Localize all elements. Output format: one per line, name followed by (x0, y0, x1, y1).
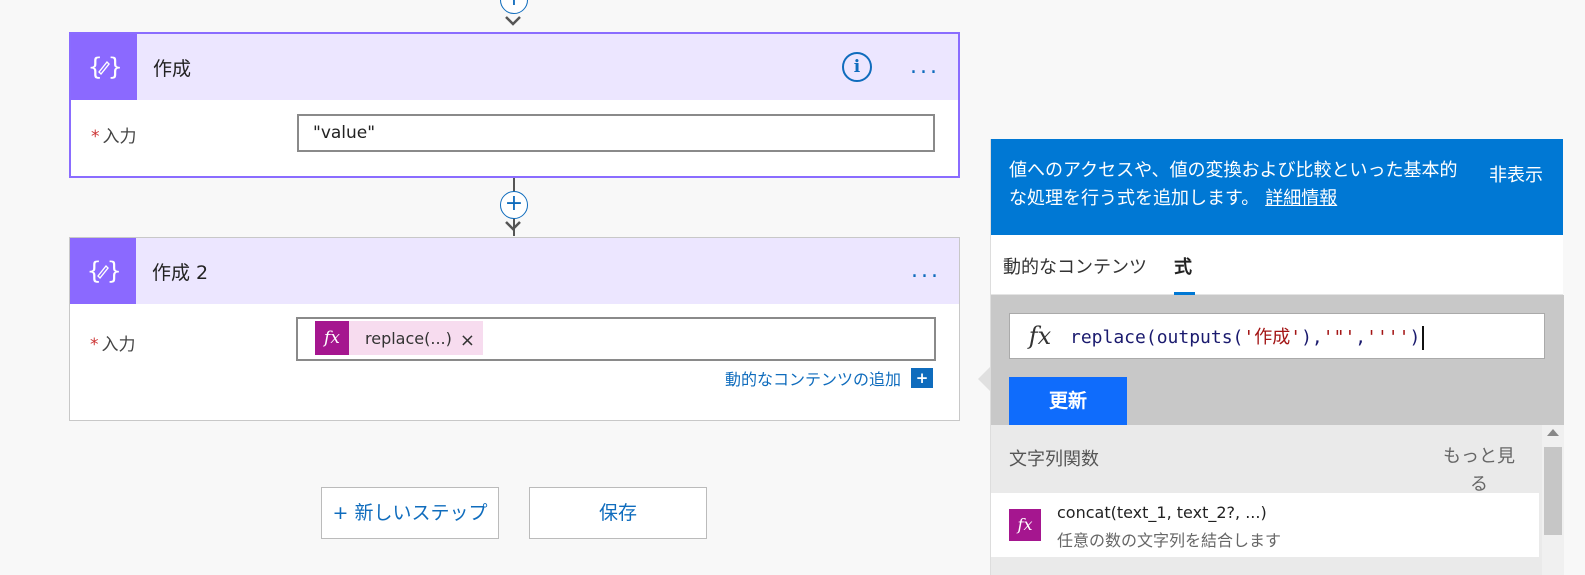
expression-token[interactable]: fx replace(...) × (315, 321, 483, 355)
new-step-button[interactable]: + 新しいステップ (321, 487, 499, 539)
panel-description: 値へのアクセスや、値の変換および比較といった基本的な処理を行う式を追加します。詳… (1009, 157, 1459, 213)
function-item[interactable]: fx concat(text_1, text_2?, ...) 任意の数の文字列… (991, 493, 1539, 557)
panel-description-text: 値へのアクセスや、値の変換および比較といった基本的な処理を行う式を追加します。 (1009, 160, 1458, 209)
fx-icon: fx (1028, 322, 1052, 350)
expression-input[interactable]: fx replace(outputs('作成'),'"','''') (1009, 313, 1545, 359)
arrow-down-icon (505, 16, 521, 26)
card-header[interactable]: { } 作成 2 ... (70, 238, 959, 304)
input-field[interactable]: fx replace(...) × (296, 317, 936, 361)
expression-editor-area: fx replace(outputs('作成'),'"','''') 更新 (991, 295, 1564, 425)
arrow-down-icon (505, 221, 521, 231)
input-value: "value" (313, 123, 376, 143)
tab-dynamic-content[interactable]: 動的なコンテンツ (1003, 253, 1147, 279)
input-label: * 入力 (91, 122, 137, 147)
save-button[interactable]: 保存 (529, 487, 707, 539)
info-icon[interactable]: i (842, 52, 872, 82)
panel-header: 値へのアクセスや、値の変換および比較といった基本的な処理を行う式を追加します。詳… (991, 139, 1563, 235)
required-marker: * (91, 127, 100, 147)
scroll-thumb[interactable] (1544, 447, 1562, 535)
card-title: 作成 2 (152, 261, 209, 284)
input-label: * 入力 (90, 330, 136, 355)
insert-step-button[interactable]: + (500, 191, 528, 219)
svg-text:}: } (107, 257, 120, 285)
hide-panel-button[interactable]: 非表示 (1489, 161, 1543, 187)
input-field[interactable]: "value" (297, 114, 935, 152)
function-list: 文字列関数 もっと見る fx concat(text_1, text_2?, .… (991, 425, 1542, 575)
panel-pointer (978, 367, 990, 391)
scrollbar[interactable] (1542, 425, 1564, 575)
section-title: 文字列関数 (1009, 449, 1099, 470)
update-button[interactable]: 更新 (1009, 377, 1127, 425)
scroll-up-icon[interactable] (1547, 429, 1559, 436)
insert-step-top-button[interactable]: + (500, 0, 528, 14)
input-label-text: 入力 (102, 127, 137, 147)
more-options-icon[interactable]: ... (910, 56, 940, 78)
compose-icon: { } (71, 34, 137, 100)
card-header[interactable]: { } 作成 i ... (71, 34, 958, 100)
expression-text: replace(outputs('作成'),'"','''') (1070, 323, 1425, 350)
remove-token-icon[interactable]: × (460, 330, 475, 351)
fx-icon: fx (315, 321, 349, 355)
add-dynamic-content-link[interactable]: 動的なコンテンツの追加 + (725, 366, 933, 390)
more-options-icon[interactable]: ... (911, 260, 941, 282)
required-marker: * (90, 335, 99, 355)
compose-icon: { } (70, 238, 136, 304)
svg-text:}: } (108, 53, 121, 81)
token-label: replace(...) (365, 328, 452, 348)
text-cursor (1422, 325, 1425, 350)
function-description: 任意の数の文字列を結合します (1057, 531, 1282, 550)
learn-more-link[interactable]: 詳細情報 (1265, 188, 1337, 209)
add-icon: + (911, 368, 933, 388)
fx-icon: fx (1009, 509, 1041, 541)
add-dynamic-content-label: 動的なコンテンツの追加 (724, 370, 901, 389)
input-label-text: 入力 (101, 335, 136, 355)
expression-panel: 値へのアクセスや、値の変換および比較といった基本的な処理を行う式を追加します。詳… (990, 139, 1564, 575)
panel-tabs: 動的なコンテンツ 式 (991, 235, 1563, 295)
card-title: 作成 (153, 57, 192, 80)
function-name: concat(text_1, text_2?, ...) (1057, 503, 1267, 522)
compose-action-card-2: { } 作成 2 ... *入力 fx replace(...) × 動的なコン… (69, 237, 960, 421)
see-more-link[interactable]: もっと見る (1436, 443, 1522, 499)
tab-expression[interactable]: 式 (1174, 253, 1192, 279)
svg-text:{: { (87, 257, 101, 285)
compose-action-card: { } 作成 i ... *入力 "value" (69, 32, 960, 178)
svg-text:{: { (88, 53, 102, 81)
